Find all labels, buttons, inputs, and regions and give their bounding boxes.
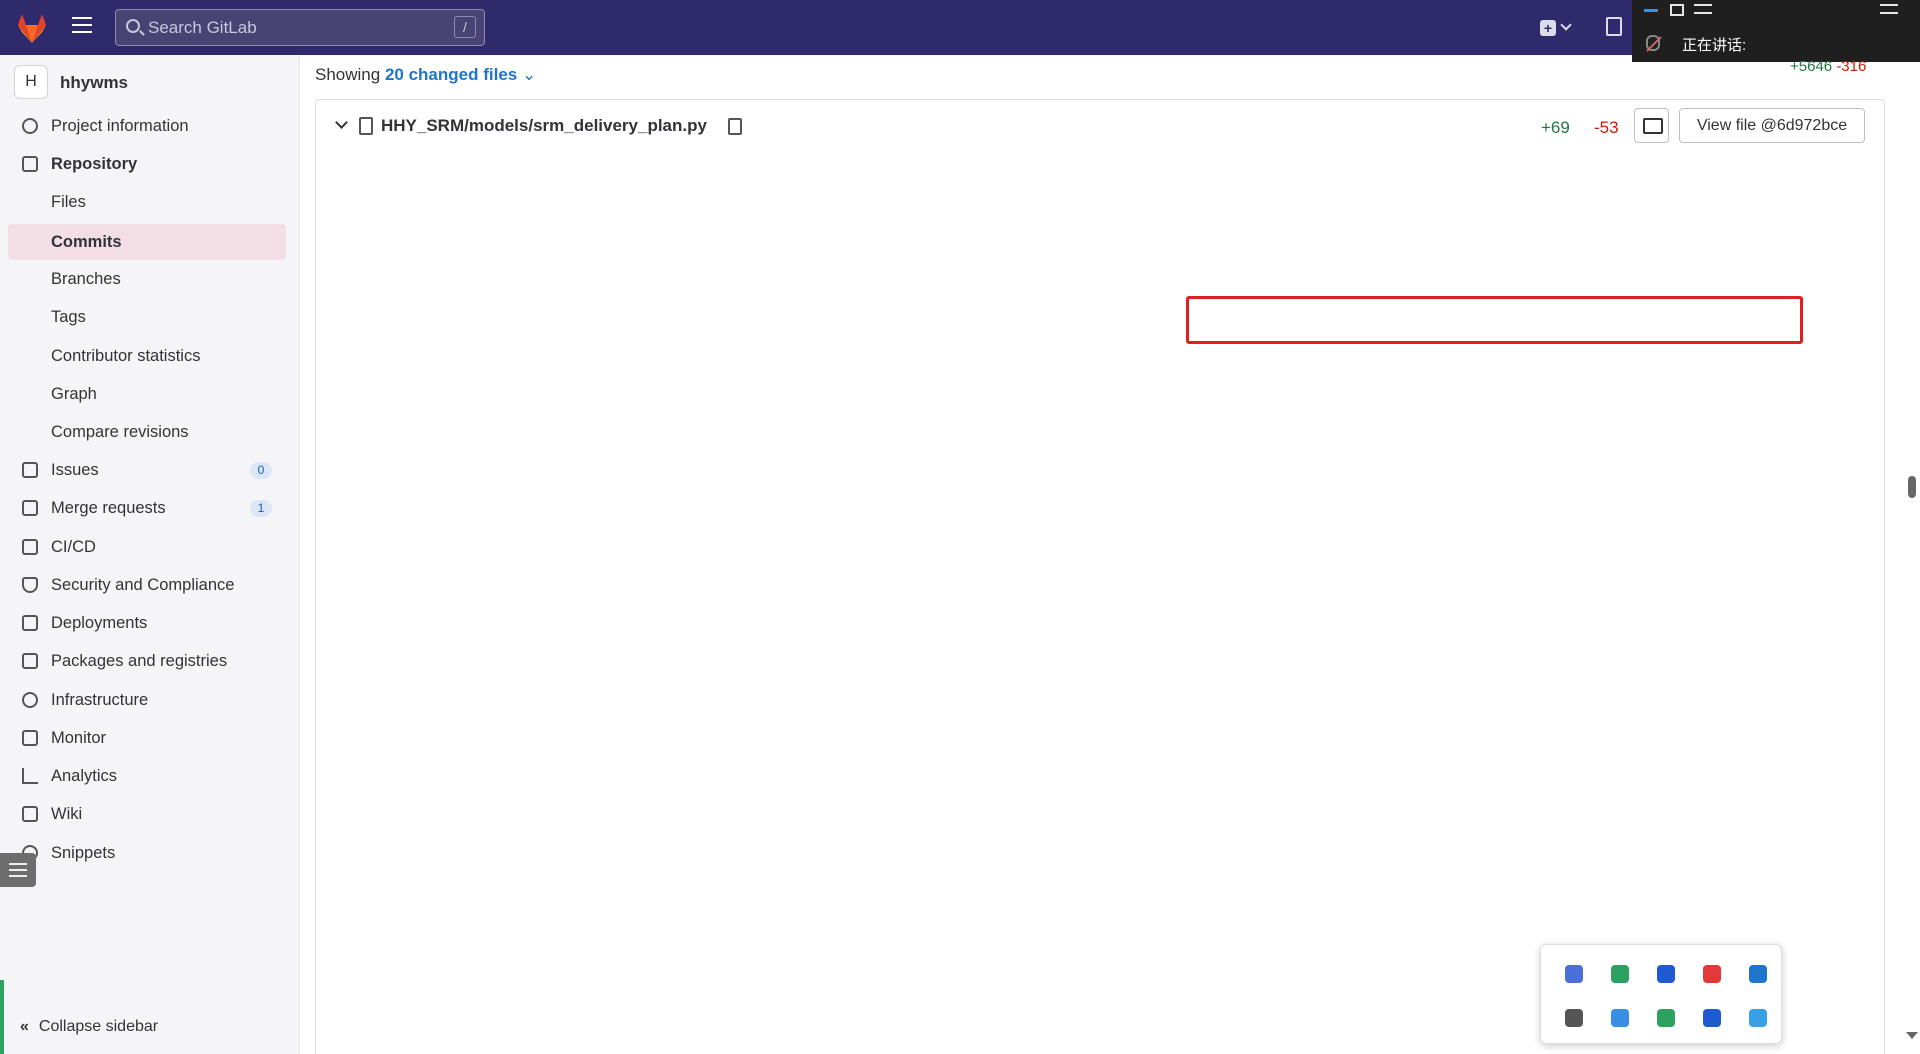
search-shortcut-hint: / <box>454 16 476 38</box>
sidebar-item-deployments[interactable]: Deployments <box>8 605 286 641</box>
sidebar-item-files[interactable]: Files <box>8 184 286 220</box>
voice-chat-overlay: 正在讲话: <box>1632 0 1920 62</box>
changed-files-summary: Showing 20 changed files ⌄ <box>315 65 537 84</box>
scroll-down-arrow-icon[interactable] <box>1906 1032 1918 1039</box>
search-icon <box>126 19 140 33</box>
collapse-sidebar-button[interactable]: «Collapse sidebar <box>20 1018 158 1036</box>
window-icon[interactable] <box>1670 4 1684 16</box>
menu-icon[interactable] <box>72 17 96 37</box>
overall-diff-stats: +5646 -316 <box>1790 58 1867 75</box>
sidebar-item-repository[interactable]: Repository <box>8 146 286 182</box>
issues-icon <box>22 462 38 478</box>
sidebar-item-wiki[interactable]: Wiki <box>8 796 286 832</box>
plus-icon: + <box>1540 20 1556 36</box>
sidebar-item-packages-registries[interactable]: Packages and registries <box>8 643 286 679</box>
list-icon[interactable] <box>1694 4 1712 14</box>
sidebar-item-project-information[interactable]: Project information <box>8 108 286 144</box>
app-icon[interactable] <box>1611 1009 1629 1027</box>
sidebar-item-snippets[interactable]: Snippets <box>8 835 286 871</box>
sidebar-item-ci-cd[interactable]: CI/CD <box>8 529 286 565</box>
project-avatar: H <box>14 65 48 99</box>
file-additions: +69 <box>1541 118 1570 137</box>
wechat-icon[interactable] <box>1657 1009 1675 1027</box>
side-by-side-diff <box>315 155 1885 1054</box>
sidebar-item-monitor[interactable]: Monitor <box>8 720 286 756</box>
comment-toggle-icon[interactable] <box>1634 108 1669 143</box>
search-box[interactable]: / <box>115 9 485 46</box>
shield-app-icon[interactable] <box>1657 965 1675 983</box>
sidebar-item-infrastructure[interactable]: Infrastructure <box>8 682 286 718</box>
deployments-icon <box>22 615 38 631</box>
monitor-icon <box>22 730 38 746</box>
security-app-icon[interactable] <box>1703 1009 1721 1027</box>
search-input[interactable] <box>148 17 448 39</box>
minimize-icon[interactable] <box>1644 4 1658 12</box>
sidebar-item-contributor-statistics[interactable]: Contributor statistics <box>8 338 286 374</box>
floating-toc-button[interactable] <box>0 853 36 887</box>
app-icon[interactable] <box>1565 1009 1583 1027</box>
sidebar-item-security-compliance[interactable]: Security and Compliance <box>8 567 286 603</box>
sidebar-item-compare-revisions[interactable]: Compare revisions <box>8 414 286 450</box>
chart-icon <box>22 768 38 784</box>
annotation-highlight-box <box>1186 296 1803 344</box>
file-icon <box>359 117 373 135</box>
merge-requests-count-badge: 1 <box>250 500 272 517</box>
sidebar-item-graph[interactable]: Graph <box>8 376 286 412</box>
system-tray-popup <box>1540 944 1782 1044</box>
diff-main: Showing 20 changed files ⌄ +5646 -316 HH… <box>300 55 1920 1054</box>
app-icon[interactable] <box>1565 965 1583 983</box>
sidebar-item-tags[interactable]: Tags <box>8 299 286 335</box>
project-sidebar: H hhywms Project information Repository … <box>0 55 300 1054</box>
cloud-icon <box>22 692 38 708</box>
rocket-icon <box>22 539 38 555</box>
merge-requests-icon[interactable] <box>1606 17 1622 36</box>
app-icon[interactable] <box>1703 965 1721 983</box>
collapse-icon[interactable] <box>1880 4 1898 14</box>
merge-request-icon <box>22 500 38 516</box>
sidebar-item-analytics[interactable]: Analytics <box>8 758 286 794</box>
sidebar-item-commits[interactable]: Commits <box>8 224 286 260</box>
sidebar-item-merge-requests[interactable]: Merge requests 1 <box>8 490 286 526</box>
speaking-label: 正在讲话: <box>1682 37 1747 54</box>
page-scrollbar-thumb[interactable] <box>1908 476 1916 498</box>
package-icon <box>22 653 38 669</box>
book-icon <box>22 806 38 822</box>
sidebar-item-branches[interactable]: Branches <box>8 261 286 297</box>
file-path[interactable]: HHY_SRM/models/srm_delivery_plan.py <box>381 116 707 136</box>
collapse-file-chevron-icon[interactable] <box>335 116 348 129</box>
app-icon[interactable] <box>1749 1009 1767 1027</box>
shield-icon <box>22 577 38 593</box>
view-file-button[interactable]: View file @6d972bce <box>1679 108 1865 143</box>
app-icon[interactable] <box>1611 965 1629 983</box>
copy-path-icon[interactable] <box>728 118 742 135</box>
changed-files-dropdown[interactable]: 20 changed files <box>385 65 517 84</box>
app-icon[interactable] <box>1749 965 1767 983</box>
chevron-down-icon <box>1560 19 1572 31</box>
gitlab-logo-icon[interactable] <box>14 10 50 46</box>
sidebar-item-issues[interactable]: Issues 0 <box>8 452 286 488</box>
window-edge <box>0 980 4 1054</box>
file-header: HHY_SRM/models/srm_delivery_plan.py +69 … <box>315 99 1885 155</box>
create-new-dropdown[interactable]: + <box>1540 17 1576 39</box>
project-name: hhywms <box>60 73 129 92</box>
muted-mic-icon[interactable] <box>1646 35 1660 51</box>
file-deletions: -53 <box>1594 118 1619 137</box>
chevron-down-icon: ⌄ <box>521 65 537 84</box>
issues-count-badge: 0 <box>250 462 272 479</box>
info-icon <box>22 118 38 134</box>
repository-icon <box>22 156 38 172</box>
chevron-double-left-icon: « <box>20 1018 29 1035</box>
